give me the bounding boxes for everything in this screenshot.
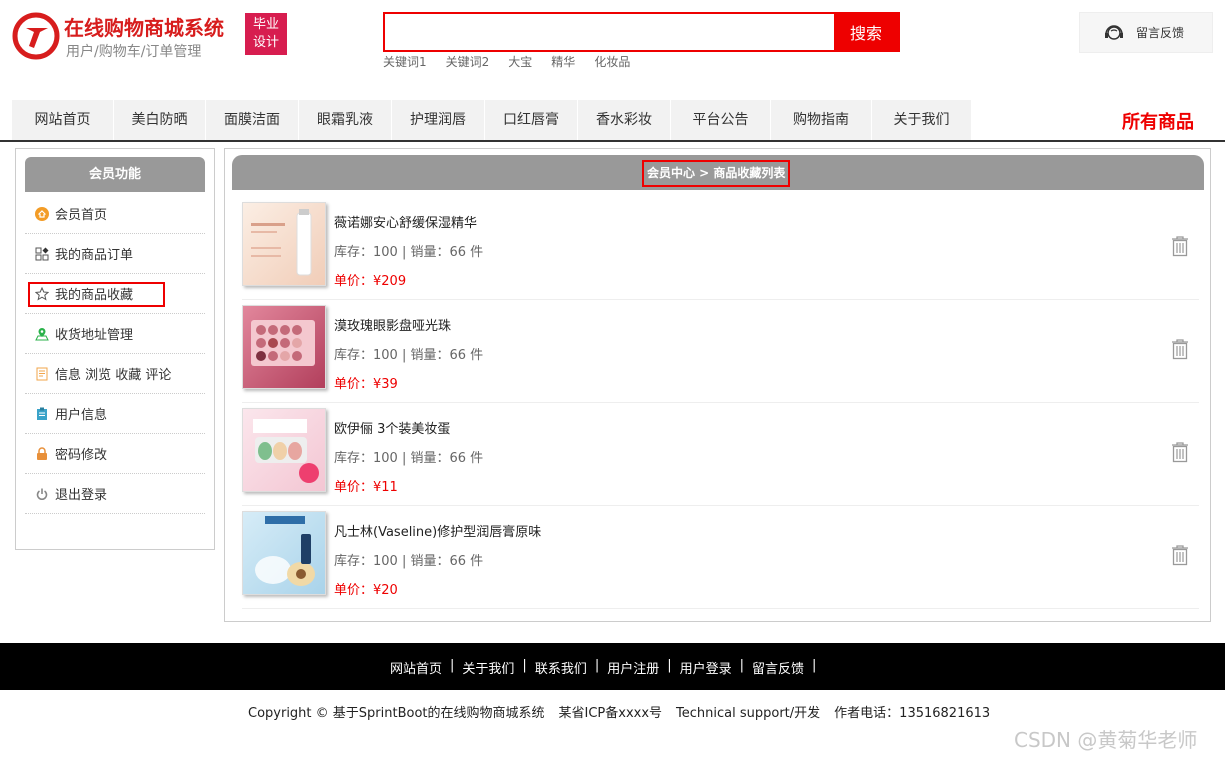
- footer-links: 网站首页 | 关于我们 | 联系我们 | 用户注册 | 用户登录 | 留言反馈 |: [390, 658, 817, 677]
- feedback-button[interactable]: 留言反馈: [1079, 12, 1213, 53]
- hot-keywords: 关键词1 关键词2 大宝 精华 化妆品: [383, 53, 630, 70]
- product-price: 单价：¥11: [334, 480, 398, 495]
- support-text: Technical support/开发: [676, 706, 821, 721]
- sidebar-item-logout[interactable]: 退出登录: [25, 474, 205, 514]
- product-name[interactable]: 薇诺娜安心舒缓保湿精华: [334, 212, 477, 231]
- document-icon: [36, 367, 48, 380]
- breadcrumb: 会员中心 > 商品收藏列表: [642, 160, 791, 187]
- footer-link-about[interactable]: 关于我们: [462, 658, 514, 677]
- product-thumbnail[interactable]: [242, 408, 326, 492]
- home-icon: [35, 206, 49, 221]
- sidebar-item-label: 退出登录: [55, 488, 108, 503]
- sidebar-title: 会员功能: [25, 157, 205, 192]
- sidebar-item-password[interactable]: 密码修改: [25, 434, 205, 474]
- search-button[interactable]: 搜索: [834, 14, 898, 50]
- nav-item-home[interactable]: 网站首页: [12, 100, 114, 140]
- icp-text: 某省ICP备xxxx号: [558, 706, 663, 721]
- nav-item-whitening[interactable]: 美白防晒: [114, 100, 206, 140]
- product-stock: 库存：100 | 销量：66 件: [334, 451, 484, 466]
- footer-link-contact[interactable]: 联系我们: [535, 658, 587, 677]
- list-item: 凡士林(Vaseline)修护型润唇膏原味 库存：100 | 销量：66 件 单…: [242, 506, 1199, 609]
- favorites-panel: 会员中心 > 商品收藏列表 薇诺娜安心舒缓保湿精华 库存：100 | 销量：66…: [224, 148, 1211, 622]
- sidebar-item-label: 用户信息: [55, 408, 108, 423]
- sidebar-item-label: 会员首页: [55, 208, 108, 223]
- product-thumbnail[interactable]: [242, 202, 326, 286]
- product-name[interactable]: 漠玫瑰眼影盘哑光珠: [334, 315, 451, 334]
- site-subtitle: 用户/购物车/订单管理: [66, 44, 202, 60]
- clipboard-icon: [37, 407, 47, 420]
- power-icon: [36, 488, 48, 500]
- trash-icon[interactable]: [1170, 235, 1190, 257]
- panel-header: 会员中心 > 商品收藏列表: [232, 155, 1204, 190]
- trash-icon[interactable]: [1170, 544, 1190, 566]
- headset-icon: [1105, 24, 1123, 40]
- trash-icon[interactable]: [1170, 441, 1190, 463]
- product-stock: 库存：100 | 销量：66 件: [334, 348, 484, 363]
- keyword-link[interactable]: 关键词1: [383, 53, 427, 70]
- nav-item-eye-cream[interactable]: 眼霜乳液: [299, 100, 392, 140]
- highlight-box: [28, 282, 165, 307]
- copyright: Copyright © 基于SprintBoot的在线购物商城系统 某省ICP备…: [248, 702, 990, 721]
- sidebar-item-address[interactable]: 收货地址管理: [25, 314, 205, 354]
- nav-item-guide[interactable]: 购物指南: [771, 100, 872, 140]
- phone-text: 作者电话：13516821613: [834, 706, 991, 721]
- feedback-label: 留言反馈: [1136, 26, 1185, 40]
- keyword-link[interactable]: 关键词2: [446, 53, 490, 70]
- footer-bar: 网站首页 | 关于我们 | 联系我们 | 用户注册 | 用户登录 | 留言反馈 |: [0, 643, 1225, 690]
- search-input[interactable]: [385, 14, 834, 50]
- graduation-badge: 毕业 设计: [245, 13, 287, 55]
- sidebar-item-label: 信息 浏览 收藏 评论: [55, 368, 172, 383]
- trash-icon[interactable]: [1170, 338, 1190, 360]
- all-products-link[interactable]: 所有商品: [1122, 108, 1194, 134]
- sidebar-item-label: 密码修改: [55, 448, 108, 463]
- main-nav: 网站首页 美白防晒 面膜洁面 眼霜乳液 护理润唇 口红唇膏 香水彩妆 平台公告 …: [0, 100, 1225, 142]
- search-box: 搜索: [383, 12, 900, 52]
- product-name[interactable]: 凡士林(Vaseline)修护型润唇膏原味: [334, 521, 541, 540]
- footer-link-home[interactable]: 网站首页: [390, 658, 442, 677]
- sidebar-item-label: 收货地址管理: [55, 328, 134, 343]
- keyword-link[interactable]: 精华: [551, 53, 575, 70]
- product-price: 单价：¥20: [334, 583, 398, 598]
- map-pin-icon: [35, 327, 49, 340]
- sidebar-item-activity[interactable]: 信息 浏览 收藏 评论: [25, 354, 205, 394]
- list-item: 欧伊俪 3个装美妆蛋 库存：100 | 销量：66 件 单价：¥11: [242, 403, 1199, 506]
- product-stock: 库存：100 | 销量：66 件: [334, 554, 484, 569]
- watermark: CSDN @黄菊华老师: [1014, 728, 1198, 752]
- badge-line-1: 毕业: [252, 17, 279, 32]
- product-price: 单价：¥39: [334, 377, 398, 392]
- nav-item-notice[interactable]: 平台公告: [671, 100, 771, 140]
- product-stock: 库存：100 | 销量：66 件: [334, 245, 484, 260]
- footer-link-login[interactable]: 用户登录: [680, 658, 732, 677]
- sidebar-menu: 会员首页 我的商品订单 我的商品收藏 收货地址管理 信息 浏览 收藏 评论 用户…: [25, 194, 205, 514]
- product-name[interactable]: 欧伊俪 3个装美妆蛋: [334, 418, 450, 437]
- sidebar-item-user-info[interactable]: 用户信息: [25, 394, 205, 434]
- list-item: 薇诺娜安心舒缓保湿精华 库存：100 | 销量：66 件 单价：¥209: [242, 197, 1199, 300]
- keyword-link[interactable]: 大宝: [508, 53, 532, 70]
- favorites-list: 薇诺娜安心舒缓保湿精华 库存：100 | 销量：66 件 单价：¥209 漠玫瑰…: [242, 197, 1199, 609]
- logo-icon[interactable]: [12, 12, 60, 60]
- product-price: 单价：¥209: [334, 274, 407, 289]
- list-item: 漠玫瑰眼影盘哑光珠 库存：100 | 销量：66 件 单价：¥39: [242, 300, 1199, 403]
- nav-item-lip-care[interactable]: 护理润唇: [392, 100, 485, 140]
- footer-link-feedback[interactable]: 留言反馈: [752, 658, 804, 677]
- product-thumbnail[interactable]: [242, 305, 326, 389]
- footer-link-register[interactable]: 用户注册: [607, 658, 659, 677]
- nav-item-mask[interactable]: 面膜洁面: [206, 100, 299, 140]
- lock-icon: [37, 446, 47, 460]
- sidebar-item-orders[interactable]: 我的商品订单: [25, 234, 205, 274]
- sidebar-item-member-home[interactable]: 会员首页: [25, 194, 205, 234]
- member-sidebar: 会员功能 会员首页 我的商品订单 我的商品收藏 收货地址管理 信息 浏览 收藏 …: [15, 148, 215, 550]
- nav-item-perfume[interactable]: 香水彩妆: [578, 100, 671, 140]
- copyright-text: Copyright © 基于SprintBoot的在线购物商城系统: [248, 706, 545, 721]
- sidebar-item-label: 我的商品订单: [55, 248, 134, 263]
- keyword-link[interactable]: 化妆品: [594, 53, 630, 70]
- site-title: 在线购物商城系统: [64, 16, 224, 40]
- nav-item-lipstick[interactable]: 口红唇膏: [485, 100, 578, 140]
- sidebar-item-favorites[interactable]: 我的商品收藏: [25, 274, 205, 314]
- badge-line-2: 设计: [252, 35, 279, 50]
- product-thumbnail[interactable]: [242, 511, 326, 595]
- header: 在线购物商城系统 用户/购物车/订单管理 毕业 设计 搜索 关键词1 关键词2 …: [0, 0, 1225, 100]
- orders-grid-icon: [35, 247, 49, 260]
- nav-item-about[interactable]: 关于我们: [872, 100, 972, 140]
